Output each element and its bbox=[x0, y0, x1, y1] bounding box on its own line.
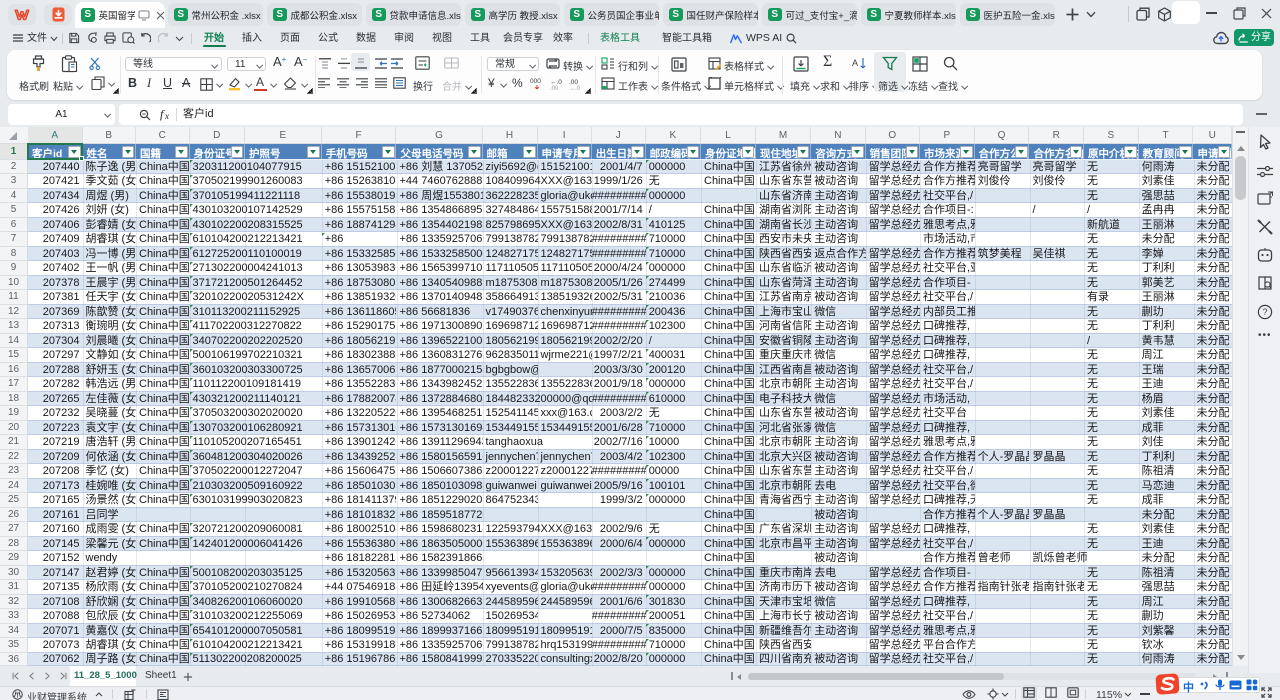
svg-text:→.0: →.0 bbox=[569, 86, 581, 90]
svg-text:A: A bbox=[852, 58, 858, 68]
svg-text:000: 000 bbox=[530, 78, 541, 85]
svg-text:?: ? bbox=[1263, 307, 1268, 317]
svg-text:.00: .00 bbox=[569, 79, 578, 86]
svg-text:←.0: ←.0 bbox=[550, 79, 562, 86]
svg-text:.00: .00 bbox=[550, 86, 559, 90]
